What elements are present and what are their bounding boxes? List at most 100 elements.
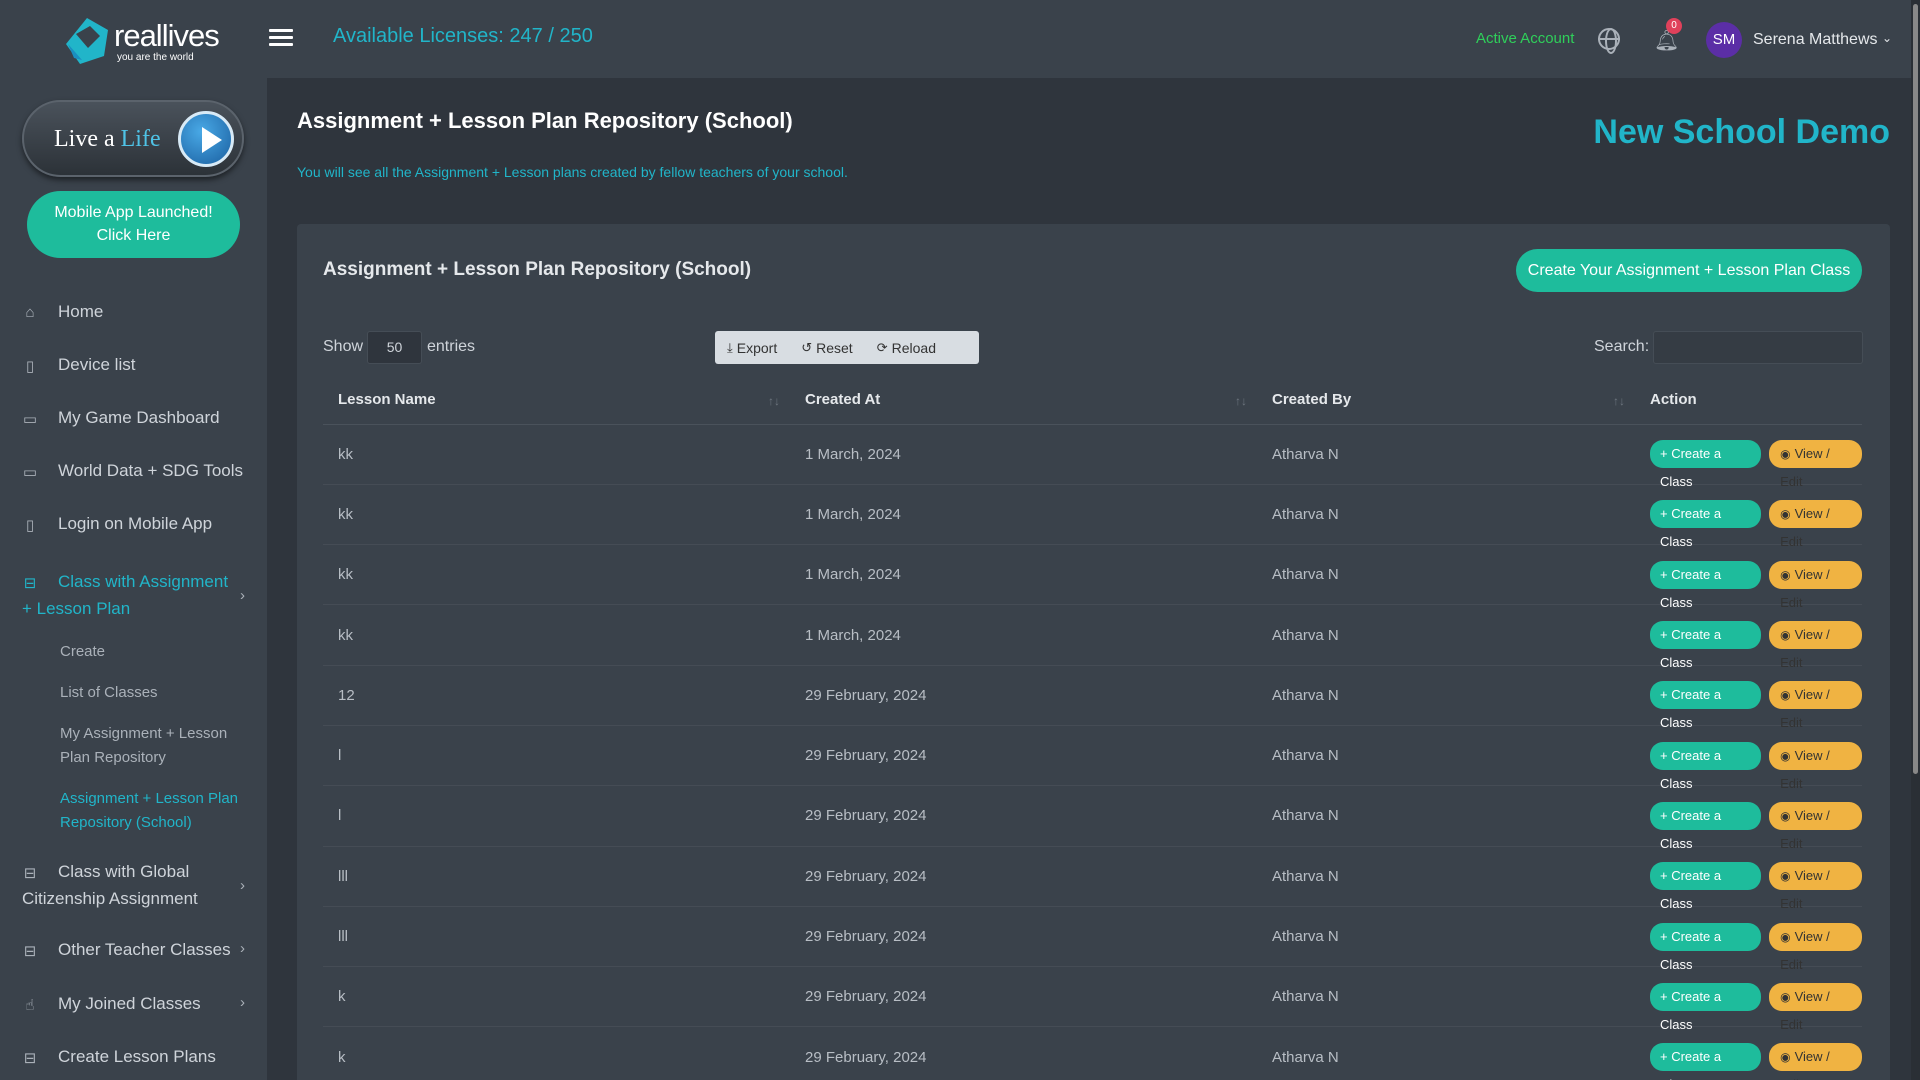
- globe-icon[interactable]: [1598, 28, 1620, 54]
- sidebar-item-device-list[interactable]: ▯ Device list: [22, 355, 252, 375]
- view-edit-button[interactable]: ◉View / Edit: [1769, 440, 1862, 489]
- live-btn-text: Live a: [54, 126, 115, 152]
- reallives-logo[interactable]: reallives you are the world: [60, 12, 220, 68]
- created-at-cell: 29 February, 2024: [790, 966, 1257, 1028]
- plus-icon: +: [1660, 807, 1672, 823]
- col-created-by[interactable]: Created By ↑↓: [1257, 376, 1635, 425]
- create-a-class-button[interactable]: + Create a Class: [1650, 741, 1762, 791]
- sidebar-item-class-assignment[interactable]: ⊟ Class with Assignment + Lesson Plan ›: [22, 568, 245, 622]
- mobile-icon: ▯: [25, 517, 35, 534]
- view-edit-button[interactable]: ◉View / Edit: [1769, 922, 1862, 972]
- table-row: l 29 February, 2024 Atharva N + Create a Cl…: [323, 725, 1862, 791]
- table-row: kk 1 March, 2024 Atharva N + Create a Class…: [323, 604, 1862, 670]
- monitor-icon: ▭: [22, 411, 38, 428]
- logo-tagline: you are the world: [117, 52, 194, 63]
- chevron-right-icon: ›: [240, 940, 245, 957]
- sidebar-subitem-create[interactable]: Create: [60, 640, 245, 664]
- sidebar-item-world-data[interactable]: ▭ World Data + SDG Tools: [22, 461, 252, 481]
- table-row: lll 29 February, 2024 Atharva N + Create a …: [323, 906, 1862, 972]
- create-a-class-button[interactable]: + Create a Class: [1650, 681, 1762, 730]
- entries-select[interactable]: 50: [367, 331, 422, 364]
- view-edit-button[interactable]: ◉View / Edit: [1769, 1043, 1862, 1080]
- reload-button[interactable]: ⟳ Reload: [865, 340, 948, 356]
- export-button[interactable]: ⤓ Export: [715, 340, 789, 356]
- col-action: Action: [1635, 376, 1862, 425]
- eye-icon: ◉: [1780, 567, 1791, 582]
- lesson-name-cell: l: [323, 725, 790, 787]
- book-icon: ⊟: [23, 865, 37, 882]
- created-by-cell: Atharva N: [1257, 484, 1635, 546]
- sidebar-subitem-school-repository[interactable]: Assignment + Lesson Plan Repository (Sch…: [60, 787, 245, 835]
- sidebar-subitem-list-classes[interactable]: List of Classes: [60, 681, 245, 705]
- repository-table: Lesson Name ↑↓ Created At ↑↓ Created By ↑↓ …: [323, 376, 1862, 1080]
- user-name[interactable]: Serena Matthews: [1753, 31, 1878, 49]
- book-icon: ⊟: [23, 575, 37, 592]
- chevron-down-icon[interactable]: ⌄: [1882, 31, 1892, 45]
- plus-icon: +: [1660, 627, 1672, 643]
- create-a-class-button[interactable]: + Create a Class: [1650, 440, 1762, 489]
- create-a-class-button[interactable]: + Create a Class: [1650, 560, 1762, 610]
- action-cell: + Create a Class◉View / Edit: [1635, 424, 1862, 489]
- sidebar-item-other-teacher[interactable]: ⊟ Other Teacher Classes ›: [22, 940, 245, 960]
- refresh-icon: ⟳: [876, 339, 888, 355]
- sort-icon: ↑↓: [768, 394, 780, 408]
- create-class-button[interactable]: Create Your Assignment + Lesson Plan Cla…: [1516, 249, 1862, 292]
- hamburger-menu-icon[interactable]: [269, 29, 293, 47]
- view-edit-button[interactable]: ◉View / Edit: [1769, 982, 1862, 1032]
- reset-button[interactable]: ↺ Reset: [789, 340, 864, 356]
- create-a-class-button[interactable]: + Create a Class: [1650, 621, 1762, 670]
- table-row: 12 29 February, 2024 Atharva N + Create a C…: [323, 665, 1862, 730]
- sidebar-item-joined-classes[interactable]: ☝ My Joined Classes ›: [22, 994, 245, 1014]
- view-edit-button[interactable]: ◉View / Edit: [1769, 621, 1862, 670]
- view-edit-button[interactable]: ◉View / Edit: [1769, 681, 1862, 730]
- view-edit-button[interactable]: ◉View / Edit: [1769, 560, 1862, 610]
- notification-badge: 0: [1666, 18, 1682, 34]
- sidebar-item-home[interactable]: ⌂ Home: [22, 302, 252, 322]
- view-edit-button[interactable]: ◉View / Edit: [1769, 741, 1862, 791]
- view-edit-button[interactable]: ◉View / Edit: [1769, 500, 1862, 549]
- view-edit-button[interactable]: ◉View / Edit: [1769, 862, 1862, 911]
- create-a-class-button[interactable]: + Create a Class: [1650, 1043, 1762, 1080]
- plus-icon: +: [1660, 1049, 1672, 1065]
- sidebar: reallives you are the world Live a Life …: [0, 0, 267, 1080]
- col-created-at[interactable]: Created At ↑↓: [790, 376, 1257, 425]
- created-by-cell: Atharva N: [1257, 604, 1635, 666]
- live-btn-life: Life: [120, 126, 161, 152]
- create-a-class-button[interactable]: + Create a Class: [1650, 500, 1762, 549]
- mobile-app-button[interactable]: Mobile App Launched! Click Here: [27, 191, 240, 258]
- eye-icon: ◉: [1780, 989, 1791, 1004]
- sidebar-subitem-my-repository[interactable]: My Assignment + Lesson Plan Repository: [60, 722, 245, 770]
- col-lesson-name[interactable]: Lesson Name ↑↓: [323, 376, 790, 425]
- avatar[interactable]: SM: [1706, 22, 1742, 58]
- plus-icon: +: [1660, 506, 1672, 522]
- sidebar-item-global-citizenship[interactable]: ⊟ Class with Global Citizenship Assignmen…: [22, 858, 245, 912]
- page-scrollbar[interactable]: [1911, 0, 1920, 1080]
- eye-icon: ◉: [1780, 1050, 1791, 1065]
- create-a-class-button[interactable]: + Create a Class: [1650, 862, 1762, 911]
- sidebar-item-create-lesson-plans[interactable]: ⊟ Create Lesson Plans: [22, 1047, 252, 1067]
- search-input[interactable]: [1653, 331, 1863, 364]
- show-label: Show: [323, 338, 364, 355]
- page-subtitle: You will see all the Assignment + Lesson…: [297, 164, 848, 180]
- create-a-class-button[interactable]: + Create a Class: [1650, 982, 1762, 1032]
- chevron-right-icon: ›: [240, 587, 245, 604]
- eye-icon: ◉: [1780, 688, 1791, 703]
- eye-icon: ◉: [1780, 748, 1791, 763]
- create-a-class-button[interactable]: + Create a Class: [1650, 801, 1762, 851]
- home-icon: ⌂: [25, 304, 35, 321]
- mobile-btn-line1: Mobile App Launched!: [54, 204, 213, 221]
- create-a-class-button[interactable]: + Create a Class: [1650, 922, 1762, 972]
- table-header-row: Lesson Name ↑↓ Created At ↑↓ Created By ↑↓ …: [323, 376, 1862, 425]
- created-at-cell: 29 February, 2024: [790, 785, 1257, 847]
- table-row: k29 February, 2024Atharva N + Create a Cl…: [323, 1026, 1862, 1080]
- view-edit-button[interactable]: ◉View / Edit: [1769, 801, 1862, 851]
- created-by-cell: Atharva N: [1257, 906, 1635, 968]
- live-a-life-button[interactable]: Live a Life: [22, 100, 244, 177]
- lesson-name-cell: kk: [323, 424, 790, 485]
- created-by-cell: Atharva N: [1257, 1026, 1635, 1080]
- created-by-cell: Atharva N: [1257, 665, 1635, 726]
- sidebar-item-login-mobile[interactable]: ▯ Login on Mobile App: [22, 514, 252, 534]
- eye-icon: ◉: [1780, 628, 1791, 643]
- created-by-cell: Atharva N: [1257, 846, 1635, 907]
- sidebar-item-game-dashboard[interactable]: ▭ My Game Dashboard: [22, 408, 252, 428]
